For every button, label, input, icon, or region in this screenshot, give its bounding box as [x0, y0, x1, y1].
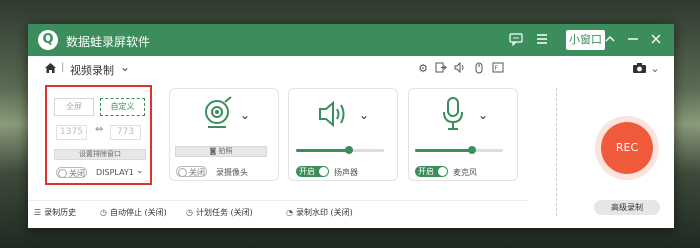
collapse-icon[interactable]: [602, 32, 618, 48]
home-icon[interactable]: [44, 62, 57, 74]
list-icon: ☰: [34, 208, 42, 217]
speaker-volume-thumb[interactable]: [344, 146, 353, 154]
custom-area-button[interactable]: 自定义: [100, 98, 145, 116]
chat-bubble-icon[interactable]: [508, 32, 524, 48]
minimize-icon[interactable]: [625, 32, 641, 48]
close-icon[interactable]: [648, 32, 664, 48]
microphone-label: 麦克风: [453, 168, 477, 177]
display-chevron-down-icon[interactable]: ⌄: [136, 166, 144, 176]
speaker-label: 扬声器: [334, 168, 358, 177]
microphone-toggle[interactable]: 开启: [415, 166, 448, 177]
rec-button[interactable]: REC: [601, 122, 653, 174]
fullscreen-button[interactable]: 全屏: [54, 98, 94, 116]
speaker-volume-fill: [296, 149, 349, 152]
speaker-icon[interactable]: [453, 61, 467, 76]
snapshot-chevron-down-icon[interactable]: ⌄: [648, 62, 662, 75]
width-input[interactable]: 1375: [56, 125, 87, 140]
photo-camera-icon: ◙: [209, 147, 219, 155]
speaker-toggle[interactable]: 开启: [296, 166, 329, 177]
auto-stop-link[interactable]: ◷ 自动停止 (关闭): [100, 207, 167, 218]
photo-button-label: 拍照: [218, 147, 233, 155]
toggle-knob: [58, 169, 67, 178]
bottom-bar: ☰ 录制历史 ◷ 自动停止 (关闭) ◷ 计划任务 (关闭) ◔ 录制水印 (关闭): [28, 200, 528, 224]
app-window: Q 数据蛙录屏软件 小窗口 | 视频录制 ⌄ ⚙ F ⌄ 全屏 自定义 1375…: [28, 24, 674, 228]
toggle-knob: [319, 167, 328, 176]
breadcrumb-separator: |: [61, 62, 65, 73]
mini-window-button[interactable]: 小窗口: [566, 30, 605, 50]
camera-toggle-label: 关闭: [189, 168, 205, 177]
section-divider: [556, 88, 557, 216]
speaker-chevron-down-icon[interactable]: ⌄: [359, 108, 369, 122]
toggle-knob: [438, 167, 447, 176]
record-history-link[interactable]: ☰ 录制历史: [34, 207, 76, 218]
clock-icon: ◷: [100, 208, 107, 217]
photo-button[interactable]: ◙ 拍照: [175, 146, 267, 157]
microphone-toggle-label: 开启: [418, 167, 434, 176]
rec-button-ring[interactable]: REC: [595, 116, 659, 180]
microphone-volume-slider[interactable]: [415, 146, 503, 154]
speaker-volume-icon: [319, 100, 345, 128]
fps-icon[interactable]: F: [491, 62, 505, 76]
auto-stop-label: 自动停止 (关闭): [109, 208, 167, 217]
height-input[interactable]: 773: [110, 125, 141, 140]
speaker-toggle-label: 开启: [299, 167, 315, 176]
app-logo-icon: Q: [38, 30, 58, 50]
toolbar: | 视频录制 ⌄ ⚙ F ⌄: [28, 56, 674, 82]
exclude-window-button[interactable]: 设置排除窗口: [54, 149, 146, 160]
camera-chevron-down-icon[interactable]: ⌄: [240, 108, 250, 122]
watermark-link[interactable]: ◔ 录制水印 (关闭): [286, 207, 353, 218]
camera-snapshot-icon[interactable]: [631, 62, 647, 77]
camera-toggle[interactable]: 关闭: [176, 166, 207, 177]
camera-label: 录摄像头: [216, 168, 248, 177]
display-select[interactable]: DISPLAY1: [96, 168, 134, 177]
svg-text:F: F: [495, 65, 499, 72]
settings-gear-icon[interactable]: ⚙: [416, 62, 430, 75]
microphone-icon: [443, 97, 463, 130]
schedule-clock-icon: ◷: [186, 208, 193, 217]
export-icon[interactable]: [434, 62, 448, 76]
scheduled-task-label: 计划任务 (关闭): [195, 208, 253, 217]
mode-label[interactable]: 视频录制: [70, 62, 114, 78]
webcam-icon: [205, 96, 232, 128]
mouse-icon[interactable]: [472, 62, 486, 77]
microphone-volume-fill: [415, 149, 473, 152]
scheduled-task-link[interactable]: ◷ 计划任务 (关闭): [186, 207, 253, 218]
record-history-label: 录制历史: [44, 208, 77, 217]
title-bar: Q 数据蛙录屏软件 小窗口: [28, 24, 674, 56]
speaker-volume-slider[interactable]: [296, 146, 384, 154]
mode-chevron-down-icon[interactable]: ⌄: [120, 60, 130, 74]
menu-icon[interactable]: [534, 32, 550, 48]
toggle-knob: [178, 168, 187, 177]
droplet-icon: ◔: [286, 208, 293, 217]
watermark-label: 录制水印 (关闭): [295, 208, 353, 217]
app-title: 数据蛙录屏软件: [66, 35, 151, 49]
screen-toggle-label: 关闭: [69, 169, 85, 178]
link-ratio-icon[interactable]: ⇔: [95, 124, 103, 135]
microphone-chevron-down-icon[interactable]: ⌄: [478, 108, 488, 122]
screen-toggle[interactable]: 关闭: [56, 167, 87, 178]
advanced-record-button[interactable]: 高级录制: [594, 200, 660, 215]
